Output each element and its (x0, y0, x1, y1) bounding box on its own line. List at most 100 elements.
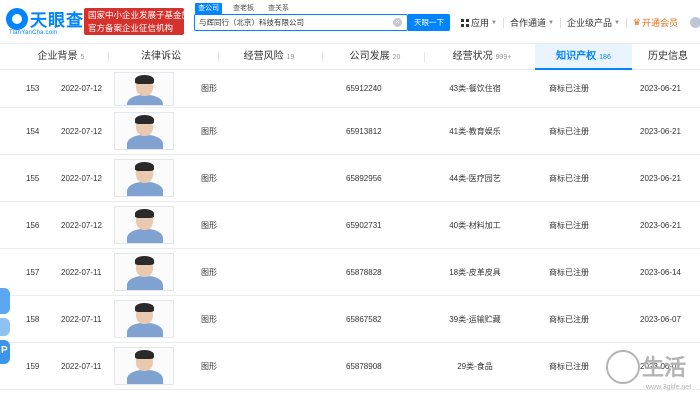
top-nav: 应用 ▼ 合作通道 ▼ 企业级产品 ▼ ♛ 开通会员 晗 (455, 14, 700, 31)
status-date: 2023-06-21 (640, 126, 681, 136)
search-input[interactable] (199, 16, 389, 29)
tab-history[interactable]: 历史信息 (648, 44, 700, 70)
trademark-thumbnail[interactable] (114, 159, 174, 197)
tab-divider (322, 52, 323, 62)
trademark-image[interactable] (114, 70, 174, 107)
search-tab-company[interactable]: 查公司 (195, 3, 222, 14)
clear-icon[interactable]: × (393, 18, 402, 27)
tab-count: 5 (80, 54, 85, 61)
tab-divider (424, 52, 425, 62)
application-date: 2022-07-12 (61, 220, 102, 230)
search-button[interactable]: 天眼一下 (408, 14, 450, 31)
logo[interactable]: 天眼查 TianYanCha.com (6, 5, 84, 39)
table-row[interactable]: 158 2022-07-11 图形 65867582 39类-运输贮藏 商标已注册 2023… (0, 296, 700, 343)
trademark-status: 商标已注册 (549, 84, 589, 93)
search-tab-relation[interactable]: 查关系 (265, 3, 292, 14)
trademark-thumbnail[interactable] (114, 300, 174, 338)
nav-partner[interactable]: 合作通道 ▼ (504, 16, 560, 29)
tab-legal[interactable]: 法律诉讼 (128, 44, 194, 70)
tab-count: 186 (599, 54, 611, 61)
row-index: 155 (26, 173, 40, 183)
nav-apps[interactable]: 应用 ▼ (455, 16, 503, 29)
table-row[interactable]: 157 2022-07-11 图形 65878828 18类-皮革皮具 商标已注册 2023… (0, 249, 700, 296)
logo-text: 天眼查 (30, 11, 84, 30)
row-index: 154 (26, 126, 40, 136)
tab-risk[interactable]: 经营风险 19 (232, 44, 306, 70)
international-class: 18类-皮革皮具 (449, 267, 501, 277)
international-class: 29类-食品 (457, 361, 493, 371)
tab-label: 历史信息 (648, 51, 688, 62)
nav-enterprise[interactable]: 企业级产品 ▼ (561, 16, 626, 29)
trademark-thumbnail[interactable] (114, 347, 174, 385)
badge-line-2: 官方备案企业征信机构 (88, 23, 174, 33)
tab-label: 经营状况 (452, 51, 493, 62)
nav-vip-label: 开通会员 (641, 18, 678, 28)
registration-number: 65912240 (346, 84, 382, 93)
row-index: 158 (26, 314, 40, 324)
portrait-body (127, 94, 163, 105)
portrait-hair (135, 350, 154, 359)
tab-label: 企业背景 (37, 51, 78, 62)
portrait-body (127, 370, 163, 384)
trademark-status: 商标已注册 (549, 361, 589, 371)
portrait-hair (135, 74, 154, 84)
row-index: 156 (26, 220, 40, 230)
tab-development[interactable]: 公司发展 20 (338, 44, 412, 70)
tab-label: 知识产权 (556, 51, 597, 62)
table-row[interactable]: 154 2022-07-12 图形 65913812 41类-教育娱乐 商标已注册 2023… (0, 108, 700, 155)
search-type-tabs: 查公司 查老板 查关系 (195, 3, 292, 14)
trademark-type: 图形 (201, 361, 217, 371)
nav-vip[interactable]: ♛ 开通会员 (627, 16, 684, 29)
trademark-status: 商标已注册 (549, 173, 589, 183)
nav-apps-label: 应用 (471, 18, 490, 28)
trademark-image[interactable] (114, 108, 174, 154)
side-widget[interactable] (0, 318, 10, 336)
tab-ip[interactable]: 知识产权 186 (535, 44, 632, 70)
watermark-url: www.3glife.net (646, 384, 692, 391)
side-chat-widget[interactable] (0, 288, 10, 314)
table-row[interactable]: 153 2022-07-12 图形 65912240 43类-餐饮住宿 商标已注册 2023… (0, 70, 700, 108)
tab-enterprise-background[interactable]: 企业背景 5 (28, 44, 94, 70)
portrait-body (127, 135, 163, 149)
table-row[interactable]: 155 2022-07-12 图形 65892956 44类-医疗园艺 商标已注册 2023… (0, 155, 700, 202)
registration-number: 65878908 (346, 361, 382, 371)
logo-subtitle: TianYanCha.com (9, 30, 58, 36)
trademark-thumbnail[interactable] (114, 112, 174, 150)
trademark-type: 图形 (201, 314, 217, 324)
table-row[interactable]: 156 2022-07-12 图形 65902731 40类-材料加工 商标已注册 2023… (0, 202, 700, 249)
search-box: × (194, 14, 408, 31)
trademark-thumbnail[interactable] (114, 71, 174, 106)
nav-enterprise-label: 企业级产品 (566, 18, 612, 28)
portrait-body (127, 229, 163, 243)
registration-number: 65867582 (346, 314, 382, 324)
tab-operation[interactable]: 经营状况 999+ (436, 44, 528, 70)
trademark-type: 图形 (201, 220, 217, 230)
tab-label: 经营风险 (243, 51, 284, 62)
trademark-thumbnail[interactable] (114, 206, 174, 244)
trademark-table: 153 2022-07-12 图形 65912240 43类-餐饮住宿 商标已注册 2023… (0, 70, 700, 390)
trademark-image[interactable] (114, 296, 174, 342)
trademark-status: 商标已注册 (549, 220, 589, 230)
registration-number: 65913812 (346, 126, 382, 136)
crown-icon: ♛ (632, 17, 641, 27)
portrait-body (127, 323, 163, 337)
search-tab-boss[interactable]: 查老板 (230, 3, 257, 14)
portrait-hair (135, 256, 154, 265)
tab-count: 999+ (495, 54, 512, 61)
trademark-image[interactable] (114, 155, 174, 201)
trademark-thumbnail[interactable] (114, 253, 174, 291)
trademark-image[interactable] (114, 202, 174, 248)
tab-label: 法律诉讼 (141, 51, 181, 62)
user-avatar[interactable] (690, 17, 700, 28)
international-class: 43类-餐饮住宿 (449, 84, 501, 93)
table-row[interactable]: 159 2022-07-11 图形 65878908 29类-食品 商标已注册 2023-0… (0, 343, 700, 390)
chevron-down-icon: ▼ (613, 19, 620, 26)
trademark-image[interactable] (114, 249, 174, 295)
trademark-type: 图形 (201, 267, 217, 277)
registration-number: 65878828 (346, 267, 382, 277)
trademark-image[interactable] (114, 343, 174, 389)
nav-partner-label: 合作通道 (509, 18, 546, 28)
row-index: 159 (26, 361, 40, 371)
tab-count: 20 (392, 54, 401, 61)
registration-number: 65892956 (346, 173, 382, 183)
